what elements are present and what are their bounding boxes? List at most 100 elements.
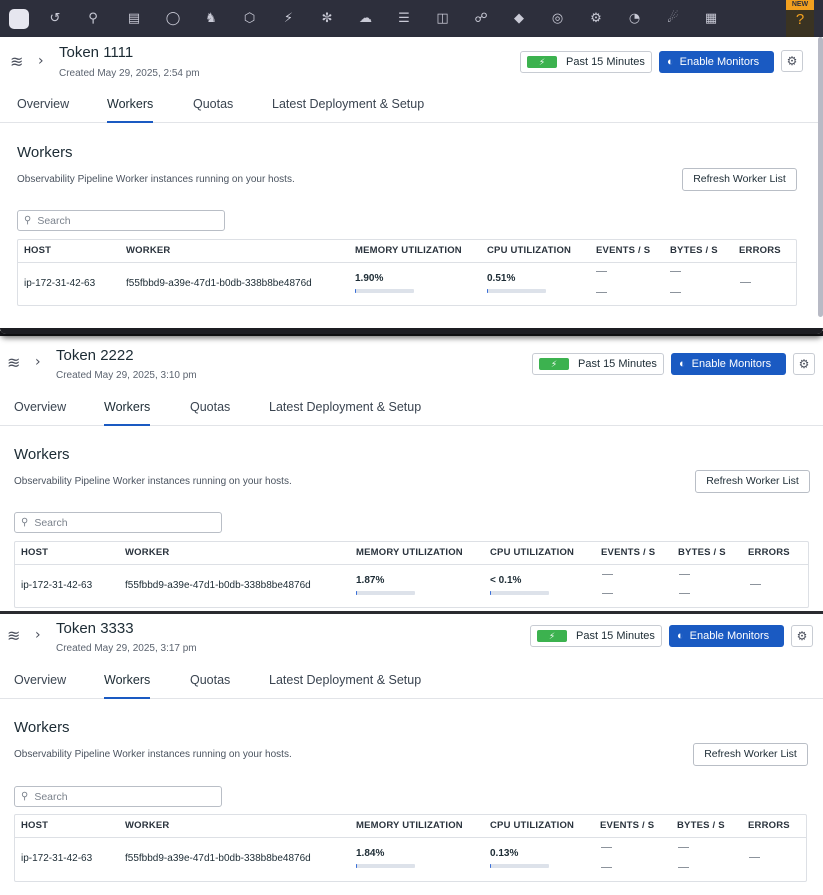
search-icon: ⚲ — [24, 215, 32, 226]
enable-monitors-label: Enable Monitors — [689, 630, 770, 642]
column-header-worker[interactable]: WORKER — [125, 542, 169, 564]
time-range-button[interactable]: ⚡ Past 15 Minutes — [520, 51, 652, 73]
column-header-worker[interactable]: WORKER — [126, 240, 170, 262]
tab-latest-deployment[interactable]: Latest Deployment & Setup — [269, 663, 421, 699]
tab-workers[interactable]: Workers — [104, 390, 151, 426]
column-header-host[interactable]: HOST — [21, 815, 48, 837]
search-field[interactable]: ⚲ — [17, 210, 225, 231]
section-description: Observability Pipeline Worker instances … — [14, 476, 292, 487]
enable-monitors-button[interactable]: ◐ Enable Monitors — [671, 353, 786, 375]
column-header-memory[interactable]: MEMORY UTILIZATION — [356, 815, 463, 837]
column-header-events[interactable]: EVENTS / S — [600, 815, 654, 837]
tab-overview[interactable]: Overview — [14, 390, 66, 426]
ci-icon[interactable]: ◆ — [500, 0, 538, 37]
security-icon[interactable]: ♞ — [192, 0, 230, 37]
monitor-icon: ◐ — [679, 358, 686, 370]
infrastructure-icon[interactable]: ⬡ — [230, 0, 269, 37]
search-field[interactable]: ⚲ — [14, 512, 222, 533]
search-input[interactable] — [34, 790, 205, 803]
synthetics-icon[interactable]: ☍ — [462, 0, 500, 37]
pipeline-title: Token 1111 — [59, 44, 134, 61]
tab-latest-deployment[interactable]: Latest Deployment & Setup — [272, 87, 424, 123]
column-header-bytes[interactable]: BYTES / S — [677, 815, 725, 837]
extensions-icon[interactable]: ▦ — [692, 0, 730, 37]
column-header-events[interactable]: EVENTS / S — [601, 542, 655, 564]
enable-monitors-button[interactable]: ◐ Enable Monitors — [669, 625, 784, 647]
help-menu[interactable]: NEW ? — [786, 0, 814, 37]
events-sparkline-empty — [602, 574, 613, 575]
search-field[interactable]: ⚲ — [14, 786, 222, 807]
chevron-right-icon[interactable]: › — [35, 627, 41, 643]
time-range-label: Past 15 Minutes — [576, 630, 655, 642]
refresh-worker-list-button[interactable]: Refresh Worker List — [693, 743, 808, 766]
column-header-bytes[interactable]: BYTES / S — [678, 542, 726, 564]
integrations-icon[interactable]: ✼ — [308, 0, 346, 37]
service-map-icon[interactable]: ◫ — [423, 0, 462, 37]
column-header-errors[interactable]: ERRORS — [748, 542, 790, 564]
column-header-errors[interactable]: ERRORS — [739, 240, 781, 262]
datadog-logo[interactable] — [0, 0, 38, 37]
time-range-button[interactable]: ⚡ Past 15 Minutes — [530, 625, 662, 647]
scrollbar[interactable] — [818, 37, 823, 317]
cpu-bar-fill — [490, 591, 492, 595]
cpu-value: < 0.1% — [490, 575, 522, 586]
rum-icon[interactable]: ⚙ — [577, 0, 615, 37]
column-header-cpu[interactable]: CPU UTILIZATION — [490, 815, 574, 837]
tab-workers[interactable]: Workers — [104, 663, 151, 699]
bytes-sparkline-empty — [679, 574, 690, 575]
column-header-host[interactable]: HOST — [24, 240, 51, 262]
bugs-icon[interactable]: ◎ — [538, 0, 577, 37]
enable-monitors-button[interactable]: ◐ Enable Monitors — [659, 51, 774, 73]
monitor-icon: ◐ — [677, 630, 684, 642]
memory-value: 1.87% — [356, 575, 385, 586]
column-header-worker[interactable]: WORKER — [125, 815, 169, 837]
tab-overview[interactable]: Overview — [14, 663, 66, 699]
column-header-bytes[interactable]: BYTES / S — [670, 240, 718, 262]
time-range-button[interactable]: ⚡ Past 15 Minutes — [532, 353, 664, 375]
column-header-memory[interactable]: MEMORY UTILIZATION — [356, 542, 463, 564]
tab-quotas[interactable]: Quotas — [190, 663, 230, 699]
cpu-bar — [490, 591, 549, 595]
settings-gear-icon[interactable]: ⚙ — [781, 50, 803, 72]
help-icon: ? — [795, 11, 805, 28]
column-header-memory[interactable]: MEMORY UTILIZATION — [355, 240, 462, 262]
tab-latest-deployment[interactable]: Latest Deployment & Setup — [269, 390, 421, 426]
search-input[interactable] — [37, 214, 208, 227]
apm-icon[interactable]: ⚡ — [269, 0, 308, 37]
tab-workers[interactable]: Workers — [107, 87, 154, 123]
refresh-worker-list-button[interactable]: Refresh Worker List — [695, 470, 810, 493]
search-icon[interactable]: ⚲ — [72, 0, 114, 37]
settings-gear-icon[interactable]: ⚙ — [791, 625, 813, 647]
refresh-worker-list-button[interactable]: Refresh Worker List — [682, 168, 797, 191]
column-header-cpu[interactable]: CPU UTILIZATION — [490, 542, 574, 564]
new-badge: NEW — [786, 0, 814, 10]
column-header-events[interactable]: EVENTS / S — [596, 240, 650, 262]
logs-icon[interactable]: ☁ — [346, 0, 385, 37]
search-input[interactable] — [34, 516, 205, 529]
bytes-sparkline-empty — [679, 593, 690, 594]
header-divider — [15, 564, 808, 565]
monitors-icon[interactable]: ◯ — [154, 0, 192, 37]
section-description: Observability Pipeline Worker instances … — [17, 174, 295, 185]
section-title: Workers — [14, 719, 70, 736]
column-header-host[interactable]: HOST — [21, 542, 48, 564]
column-header-cpu[interactable]: CPU UTILIZATION — [487, 240, 571, 262]
tab-quotas[interactable]: Quotas — [190, 390, 230, 426]
recent-icon[interactable]: ↺ — [38, 0, 72, 37]
column-header-errors[interactable]: ERRORS — [748, 815, 790, 837]
performance-icon[interactable]: ◔ — [615, 0, 654, 37]
chevron-right-icon[interactable]: › — [35, 354, 41, 370]
worker-cell: f55fbbd9-a39e-47d1-b0db-338b8be4876d — [125, 853, 311, 864]
dashboards-icon[interactable]: ▤ — [114, 0, 154, 37]
tab-bar: Overview Workers Quotas Latest Deploymen… — [0, 663, 823, 699]
chevron-right-icon[interactable]: › — [38, 53, 44, 69]
tab-overview[interactable]: Overview — [17, 87, 69, 123]
synthetics-test-icon[interactable]: ☄ — [654, 0, 692, 37]
observability-pipelines-icon[interactable]: ☰ — [385, 0, 423, 37]
cpu-bar-fill — [487, 289, 489, 293]
live-icon: ⚡ — [527, 56, 557, 68]
tab-quotas[interactable]: Quotas — [193, 87, 233, 123]
memory-bar — [355, 289, 414, 293]
settings-gear-icon[interactable]: ⚙ — [793, 353, 815, 375]
host-cell: ip-172-31-42-63 — [21, 580, 93, 591]
